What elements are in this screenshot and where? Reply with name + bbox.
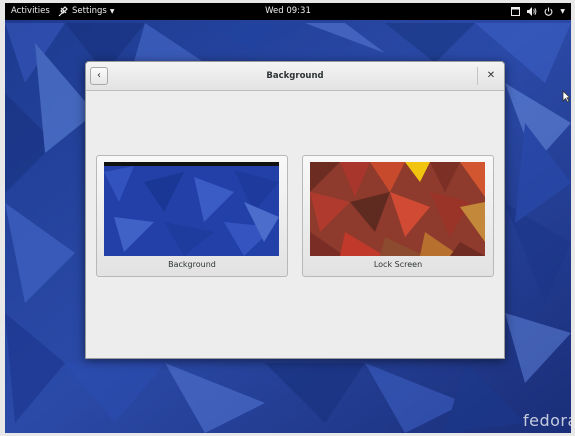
chevron-down-icon: ▼ [560,8,565,15]
fedora-logo: fedora [523,411,571,430]
chevron-down-icon: ▼ [109,8,115,15]
background-thumbnail [104,162,279,256]
mouse-pointer-icon [562,90,571,103]
clock[interactable]: Wed 09:31 [265,6,311,16]
lock-screen-option[interactable]: Lock Screen [302,155,494,277]
desktop-screen: Activities Settings ▼ Wed 09:31 ▼ ‹ Back… [5,3,571,433]
lock-screen-option-label: Lock Screen [373,260,423,269]
power-icon [544,7,553,16]
close-icon: ✕ [486,70,496,81]
volume-icon [527,7,537,16]
settings-tools-icon [58,6,68,17]
background-dialog: ‹ Background ✕ Background Lock Screen [85,61,505,359]
window-icon [511,7,521,16]
background-option[interactable]: Background [96,155,288,277]
header-separator [477,67,478,85]
dialog-title: Background [266,71,324,81]
activities-button[interactable]: Activities [11,3,50,20]
header-bar: ‹ Background ✕ [86,62,504,91]
lock-screen-thumbnail [310,162,485,256]
background-option-label: Background [168,260,216,269]
top-bar: Activities Settings ▼ Wed 09:31 ▼ [5,3,571,20]
screenshot-frame: Activities Settings ▼ Wed 09:31 ▼ ‹ Back… [0,0,575,436]
system-tray[interactable]: ▼ [511,3,565,20]
app-menu-label: Settings [72,6,107,16]
app-menu-button[interactable]: Settings ▼ [58,3,115,20]
close-button[interactable]: ✕ [484,68,498,83]
